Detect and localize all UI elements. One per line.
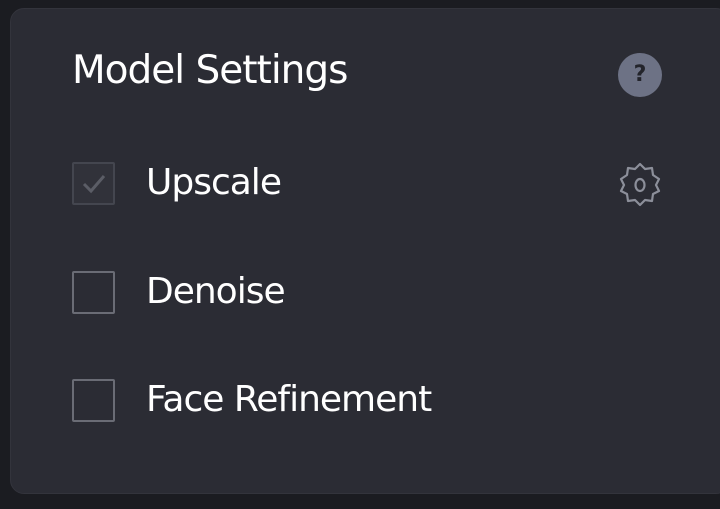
panel-title: Model Settings: [72, 48, 348, 93]
denoise-checkbox[interactable]: [72, 271, 115, 314]
face-refinement-label: Face Refinement: [146, 379, 432, 420]
option-denoise: Denoise: [11, 257, 711, 327]
upscale-label: Upscale: [146, 162, 282, 203]
denoise-label: Denoise: [146, 271, 286, 312]
option-face-refinement: Face Refinement: [11, 365, 711, 435]
gear-icon[interactable]: [616, 160, 664, 208]
help-icon[interactable]: ?: [618, 53, 662, 97]
checkmark-icon: [82, 175, 106, 194]
option-upscale: Upscale: [11, 148, 711, 218]
model-settings-panel: Model Settings ? Upscale Denoise Face Re…: [10, 8, 720, 494]
upscale-checkbox[interactable]: [72, 162, 115, 205]
face-refinement-checkbox[interactable]: [72, 379, 115, 422]
